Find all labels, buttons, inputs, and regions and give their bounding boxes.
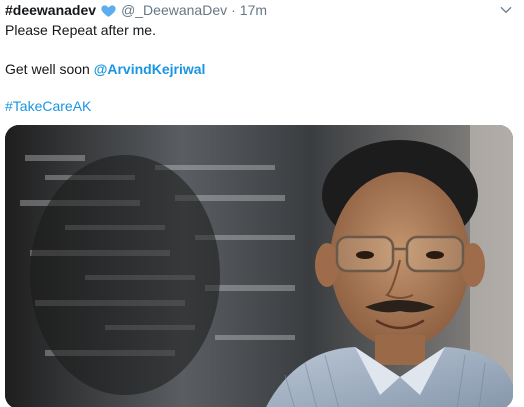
- separator-dot: ·: [231, 2, 236, 18]
- tweet-text-prefix: Get well soon: [5, 61, 94, 77]
- blue-heart-icon: [100, 2, 117, 19]
- tweet-header: #deewanadev @_DeewanaDev · 17m: [5, 0, 267, 20]
- tweet-text-line-1: Please Repeat after me.: [5, 22, 156, 38]
- tweet-text-line-2: Get well soon @ArvindKejriwal: [5, 60, 205, 78]
- chevron-down-icon[interactable]: [498, 2, 514, 18]
- display-name[interactable]: #deewanadev: [5, 2, 96, 18]
- hashtag-link[interactable]: #TakeCareAK: [5, 97, 91, 115]
- mention-link[interactable]: @ArvindKejriwal: [94, 61, 206, 77]
- tweet-photo[interactable]: [5, 125, 513, 407]
- hashtag-text[interactable]: #TakeCareAK: [5, 98, 91, 114]
- tweet: #deewanadev @_DeewanaDev · 17m Please Re…: [0, 0, 524, 407]
- timestamp[interactable]: 17m: [240, 2, 267, 18]
- user-handle[interactable]: @_DeewanaDev: [121, 2, 227, 18]
